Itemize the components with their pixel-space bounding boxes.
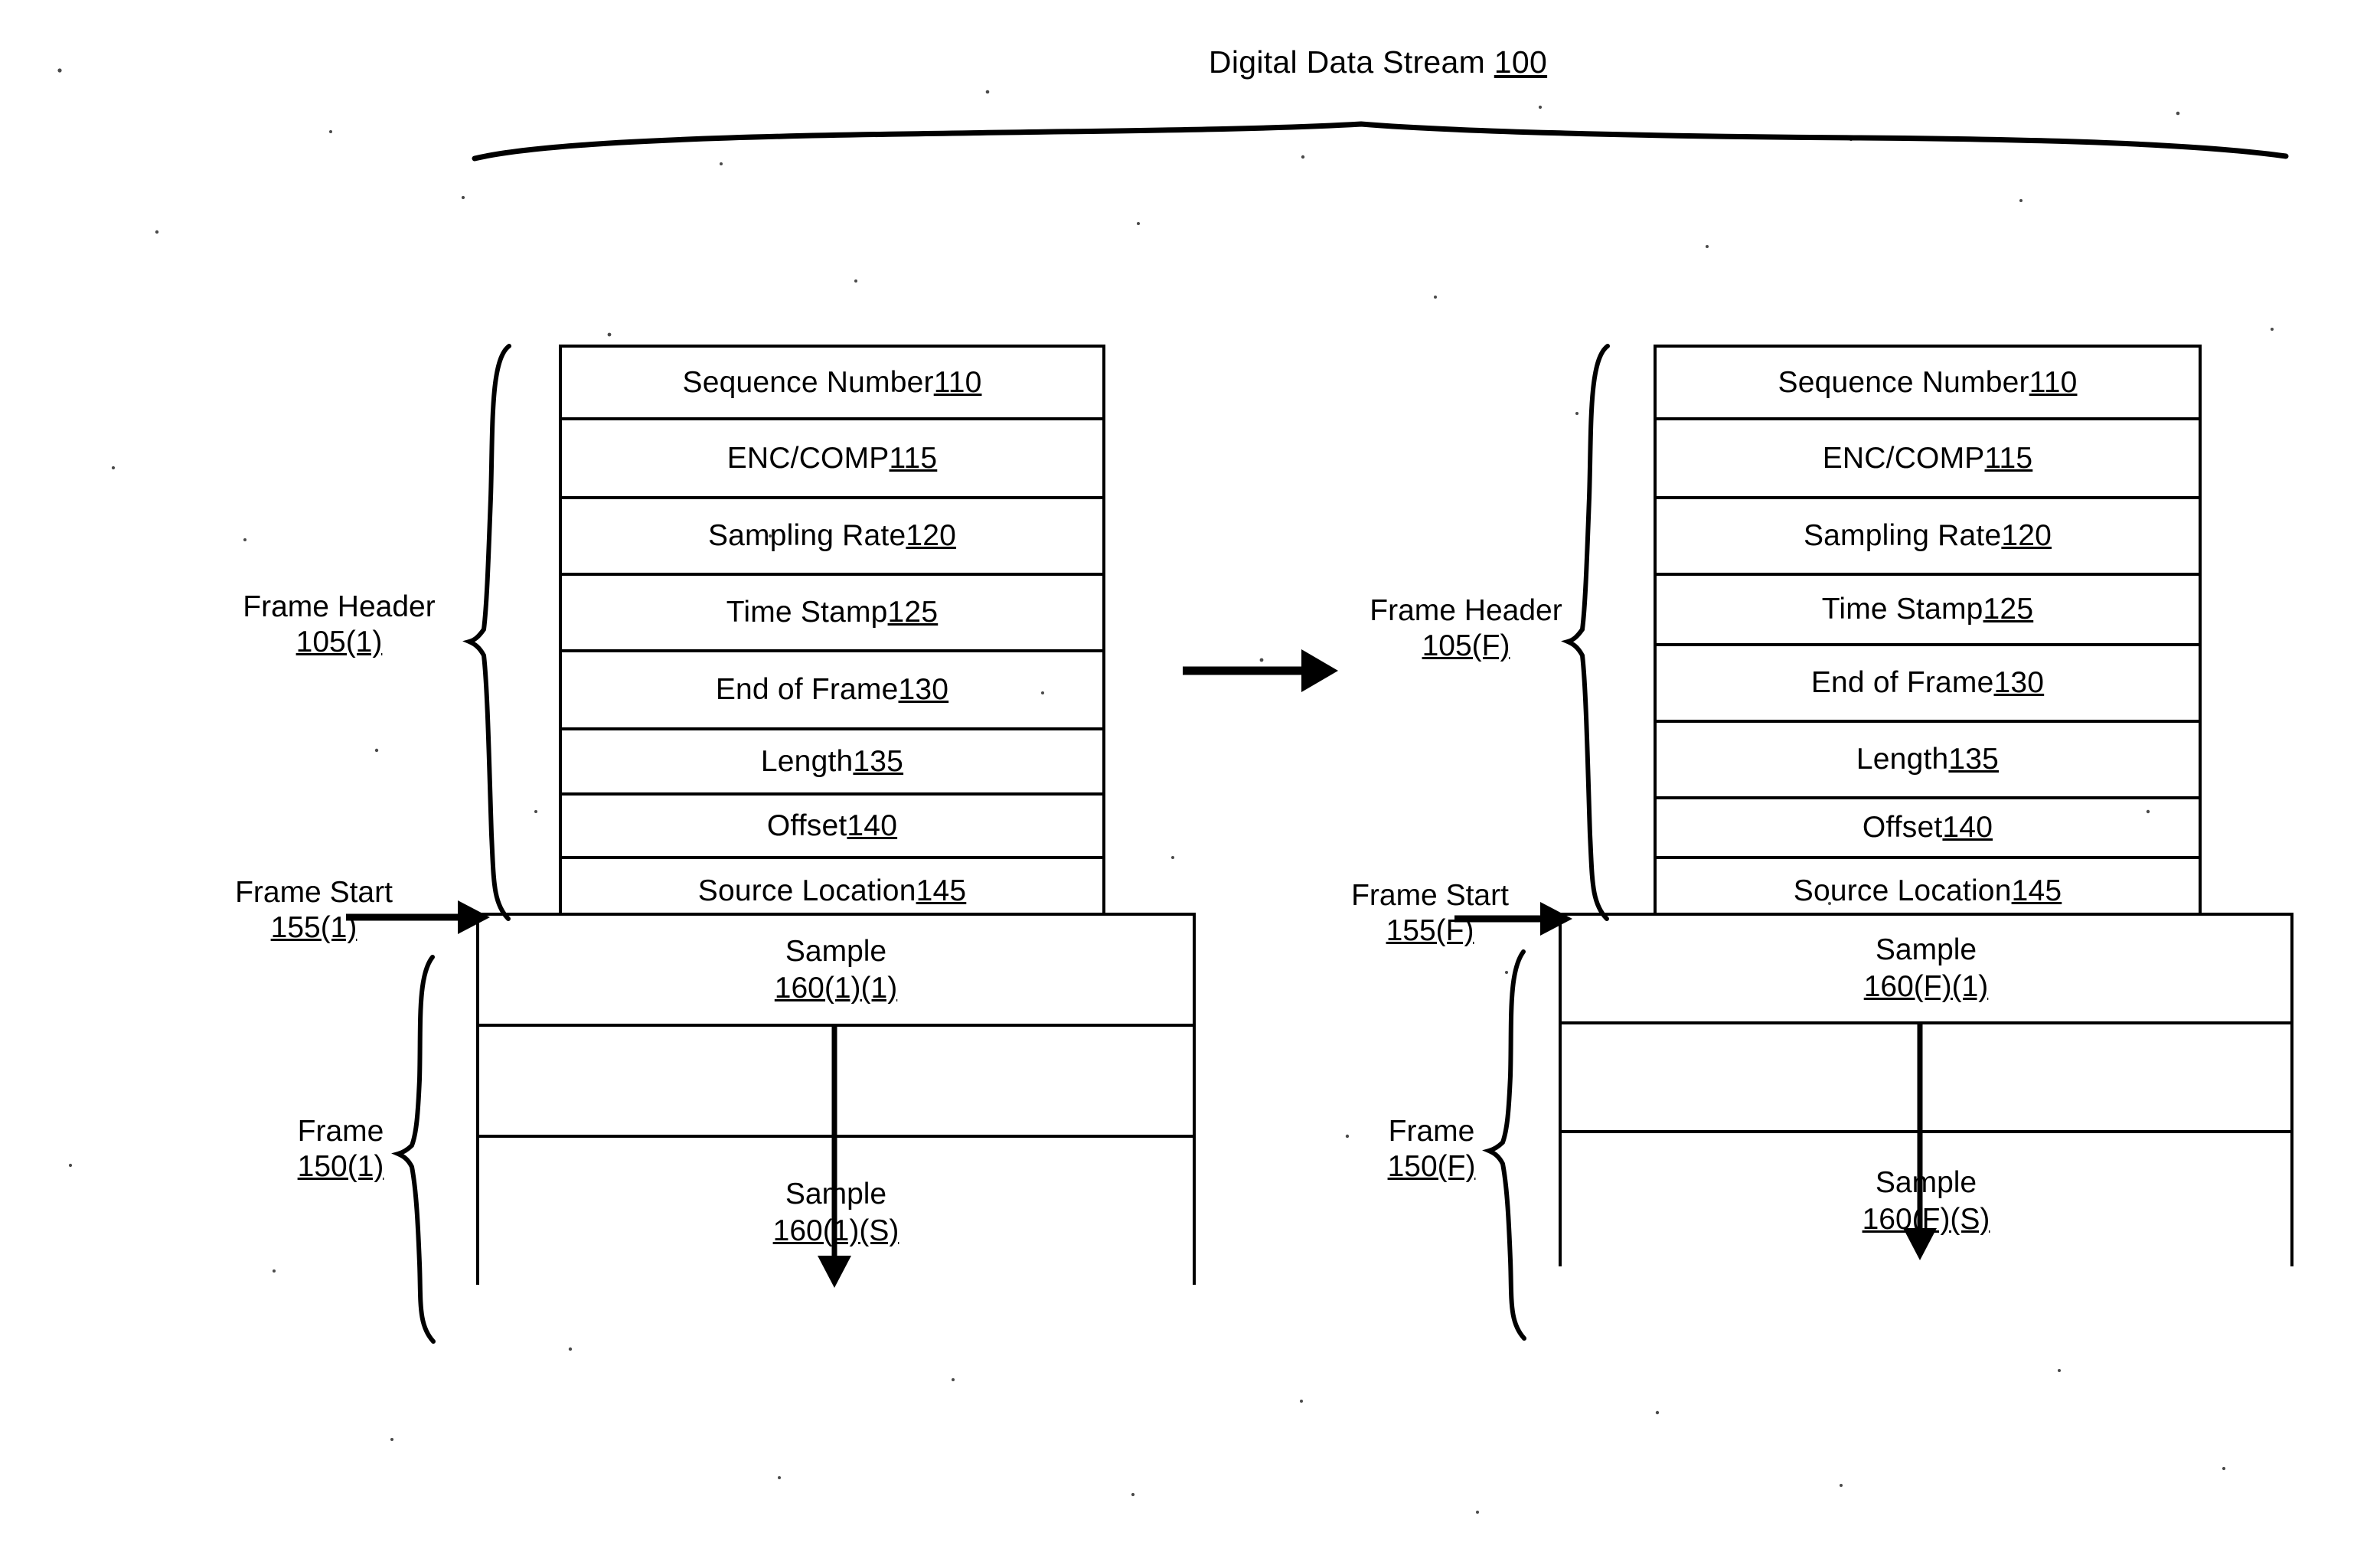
frame-1-field-end-of-frame[interactable]: End of Frame 130 [562,652,1102,730]
frame-1-sample-ellipsis-row [479,1027,1193,1138]
frame-F-field-end-of-frame[interactable]: End of Frame 130 [1657,646,2199,723]
frame-F-field-sampling-rate[interactable]: Sampling Rate 120 [1657,499,2199,576]
frame-F-field-offset[interactable]: Offset 140 [1657,799,2199,859]
frame-1-sample-block: Sample 160(1)(1) Sample 160(1)(S) [476,913,1196,1288]
field-label: Length [760,744,854,778]
patent-figure-digital-data-stream: Digital Data Stream 100 Sequence Number … [0,0,2380,1565]
frame-F-sample-ellipsis-row [1562,1024,2290,1133]
figure-title-text: Digital Data Stream [1208,44,1494,80]
frame-1-frame-callout-label: Frame [297,1115,384,1148]
figure-title-ref: 100 [1494,44,1548,80]
field-ref: 115 [1984,441,2033,475]
frame-F-start-callout-label: Frame Start [1351,879,1509,912]
field-label: Offset [1862,811,1943,844]
frame-F-field-sequence-number[interactable]: Sequence Number 110 [1657,348,2199,420]
frame-F-start-callout: Frame Start 155(F) [1300,878,1560,949]
frame-1-start-callout: Frame Start 155(1) [184,875,444,946]
field-label: Time Stamp [1821,593,1983,626]
field-label: End of Frame [1810,666,1994,699]
field-ref: 145 [2011,874,2062,907]
frame-1-field-enc-comp[interactable]: ENC/COMP 115 [562,420,1102,499]
field-ref: 125 [887,596,939,629]
sample-label: Sample [785,1178,887,1211]
field-label: End of Frame [715,673,899,706]
frame-1-field-sequence-number[interactable]: Sequence Number 110 [562,348,1102,420]
frame-F-sample-block: Sample 160(F)(1) Sample 160(F)(S) [1559,913,2293,1269]
frame-F-start-callout-ref: 155(F) [1386,914,1474,948]
frame-F-frame-callout-ref: 150(F) [1387,1150,1476,1184]
frame-F-sample-last[interactable]: Sample 160(F)(S) [1562,1133,2290,1269]
frame-F-header-callout-label: Frame Header [1370,594,1562,627]
figure-title: Digital Data Stream 100 [1208,44,1548,80]
frame-1-start-callout-ref: 155(1) [270,911,357,945]
stream-span-brace [472,121,2289,162]
frame-1-header-block: Sequence Number 110 ENC/COMP 115 Samplin… [559,345,1105,923]
frame-1-sample-last[interactable]: Sample 160(1)(S) [479,1138,1193,1288]
field-label: Source Location [1793,874,2012,907]
frame-F-sample-first[interactable]: Sample 160(F)(1) [1562,916,2290,1024]
field-label: Sequence Number [682,365,934,399]
field-ref: 145 [916,874,967,907]
field-label: ENC/COMP [726,441,890,475]
field-ref: 110 [2029,365,2078,399]
frame-F-header-callout-ref: 105(F) [1422,629,1510,663]
frame-F-frame-callout-label: Frame [1388,1115,1475,1148]
frame-1-header-callout: Frame Header 105(1) [178,590,500,660]
frame-F-field-length[interactable]: Length 135 [1657,723,2199,799]
field-ref: 135 [1948,743,2000,776]
field-ref: 125 [1983,593,2034,626]
sample-ref: 160(1)(1) [774,971,898,1005]
frame-1-frame-callout: Frame 150(1) [226,1114,455,1184]
field-label: Offset [766,809,847,842]
frame-1-frame-callout-ref: 150(1) [297,1150,384,1184]
field-label: ENC/COMP [1822,441,1985,475]
sample-label: Sample [785,934,887,968]
field-ref: 120 [906,519,957,552]
field-ref: 130 [898,673,949,706]
field-ref: 130 [1993,666,2045,699]
field-ref: 115 [889,441,938,475]
field-label: Sampling Rate [707,519,906,552]
sample-ref: 160(F)(S) [1862,1203,1990,1236]
field-ref: 120 [2001,519,2052,552]
frame-1-header-callout-label: Frame Header [243,590,436,623]
sample-ref: 160(1)(S) [772,1214,899,1247]
field-label: Source Location [697,874,916,907]
field-label: Time Stamp [726,596,888,629]
frame-1-field-offset[interactable]: Offset 140 [562,796,1102,859]
sample-label: Sample [1875,933,1977,966]
field-ref: 140 [1942,811,1993,844]
field-ref: 140 [847,809,898,842]
frame-F-frame-callout: Frame 150(F) [1317,1114,1546,1184]
field-label: Length [1856,743,1949,776]
frame-1-field-time-stamp[interactable]: Time Stamp 125 [562,576,1102,652]
field-ref: 135 [853,744,904,778]
frame-1-field-sampling-rate[interactable]: Sampling Rate 120 [562,499,1102,576]
frame-1-sample-first[interactable]: Sample 160(1)(1) [479,916,1193,1027]
field-ref: 110 [933,365,982,399]
sample-label: Sample [1875,1166,1977,1199]
frame-F-field-time-stamp[interactable]: Time Stamp 125 [1657,576,2199,646]
frame-F-header-callout: Frame Header 105(F) [1305,593,1627,664]
frame-F-header-block: Sequence Number 110 ENC/COMP 115 Samplin… [1654,345,2202,923]
field-label: Sequence Number [1778,365,2029,399]
frame-1-header-callout-ref: 105(1) [295,626,383,659]
frame-1-field-length[interactable]: Length 135 [562,730,1102,796]
field-label: Sampling Rate [1803,519,2002,552]
frame-F-field-enc-comp[interactable]: ENC/COMP 115 [1657,420,2199,499]
sample-ref: 160(F)(1) [1863,970,1989,1003]
frame-1-start-callout-label: Frame Start [235,876,393,909]
